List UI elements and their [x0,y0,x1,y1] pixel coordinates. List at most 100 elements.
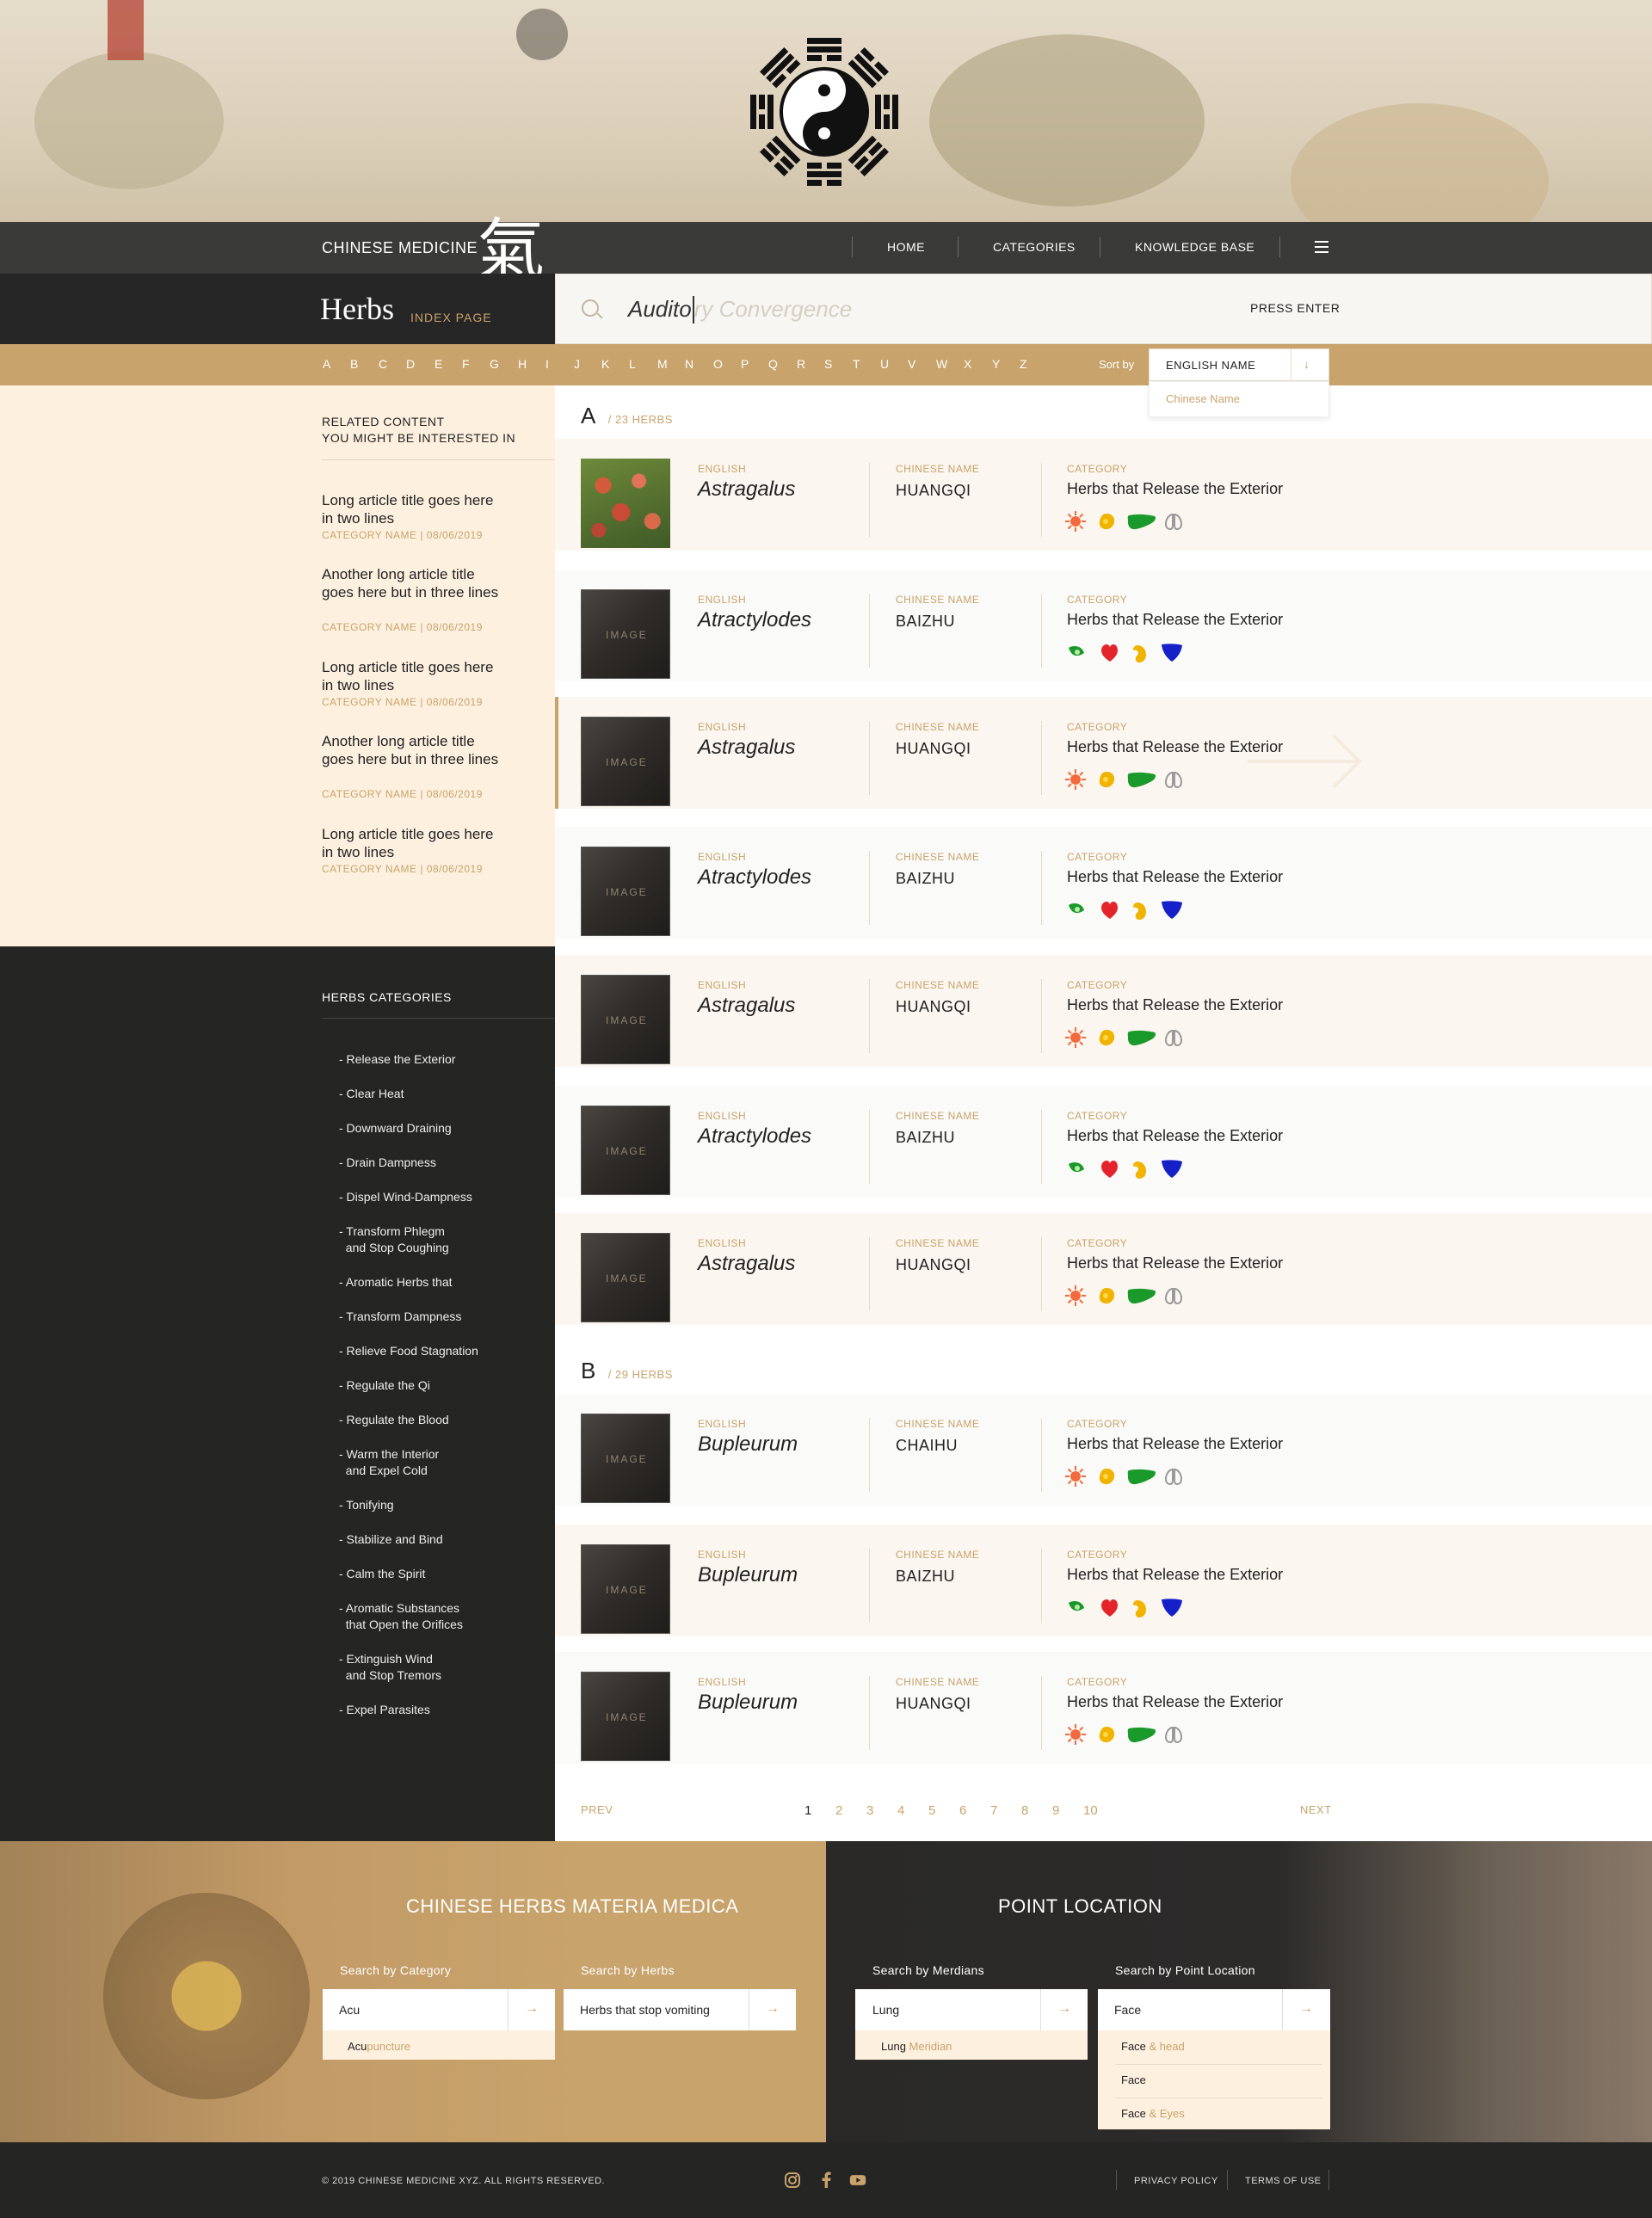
article-title[interactable]: Another long article title goes here but… [322,732,502,768]
category-item[interactable]: - Warm the Interior and Expel Cold [339,1446,439,1479]
instagram-icon[interactable] [784,2172,801,2189]
page-9[interactable]: 9 [1052,1803,1059,1818]
nav-knowledge-base[interactable]: KNOWLEDGE BASE [1135,240,1254,254]
letter-e[interactable]: E [435,357,443,371]
category-item[interactable]: - Stabilize and Bind [339,1531,443,1548]
herb-category[interactable]: Herbs that Release the Exterior [1067,1127,1283,1145]
yin-yang-bagua-logo[interactable] [747,34,902,189]
letter-o[interactable]: O [713,357,723,371]
page-2[interactable]: 2 [835,1803,842,1818]
category-item[interactable]: - Regulate the Blood [339,1412,449,1428]
english-name[interactable]: Bupleurum [698,1563,798,1587]
page-6[interactable]: 6 [959,1803,966,1818]
herb-category[interactable]: Herbs that Release the Exterior [1067,1435,1283,1453]
letter-f[interactable]: F [462,357,470,371]
sort-option-chinese-name[interactable]: Chinese Name [1166,392,1240,405]
letter-m[interactable]: M [657,357,668,371]
nav-home[interactable]: HOME [887,240,925,254]
herb-category[interactable]: Herbs that Release the Exterior [1067,1566,1283,1584]
letter-t[interactable]: T [853,357,860,371]
english-name[interactable]: Bupleurum [698,1432,798,1457]
letter-x[interactable]: X [964,357,972,371]
article-title[interactable]: Long article title goes here in two line… [322,658,502,694]
arrow-right-icon[interactable]: → [1057,2001,1071,2017]
letter-q[interactable]: Q [768,357,778,371]
menu-hamburger-icon[interactable] [1315,241,1328,253]
privacy-policy-link[interactable]: PRIVACY POLICY [1134,2176,1218,2186]
category-item[interactable]: - Tonifying [339,1497,394,1513]
arrow-right-icon[interactable]: → [766,2001,780,2017]
english-name[interactable]: Astragalus [698,736,795,760]
category-item[interactable]: - Calm the Spirit [339,1566,425,1582]
facebook-icon[interactable] [818,2172,835,2189]
letter-v[interactable]: V [908,357,916,371]
letter-b[interactable]: B [350,357,359,371]
category-item[interactable]: - Release the Exterior [339,1051,455,1068]
article-title[interactable]: Another long article title goes here but… [322,565,502,601]
page-5[interactable]: 5 [928,1803,935,1818]
nav-categories[interactable]: CATEGORIES [993,240,1076,254]
point-location-suggestion[interactable]: Face & Eyes [1121,2107,1185,2120]
terms-of-use-link[interactable]: TERMS OF USE [1245,2176,1322,2186]
herb-category[interactable]: Herbs that Release the Exterior [1067,996,1283,1014]
english-name[interactable]: Atractylodes [698,608,811,632]
letter-u[interactable]: U [880,357,890,371]
category-item[interactable]: - Transform Dampness [339,1309,461,1325]
herb-category[interactable]: Herbs that Release the Exterior [1067,1693,1283,1711]
category-item[interactable]: - Aromatic Substances that Open the Orif… [339,1600,463,1633]
brand-name[interactable]: CHINESE MEDICINE [322,239,478,257]
letter-l[interactable]: L [629,357,636,371]
category-item[interactable]: - Aromatic Herbs that [339,1274,453,1291]
article-title[interactable]: Long article title goes here in two line… [322,825,502,861]
letter-k[interactable]: K [601,357,610,371]
english-name[interactable]: Bupleurum [698,1691,798,1715]
category-item[interactable]: - Drain Dampness [339,1155,436,1171]
letter-j[interactable]: J [574,357,581,371]
arrow-right-icon[interactable]: → [525,2001,539,2017]
letter-g[interactable]: G [490,357,499,371]
pagination-prev[interactable]: PREV [581,1803,613,1816]
english-name[interactable]: Astragalus [698,1252,795,1276]
english-name[interactable]: Astragalus [698,477,795,502]
page-1[interactable]: 1 [804,1803,811,1818]
youtube-icon[interactable] [849,2172,866,2189]
arrow-down-icon[interactable]: ↓ [1304,357,1310,371]
category-item[interactable]: - Clear Heat [339,1086,404,1102]
category-item[interactable]: - Expel Parasites [339,1702,430,1718]
letter-a[interactable]: A [323,357,331,371]
herb-category[interactable]: Herbs that Release the Exterior [1067,1254,1283,1272]
arrow-right-icon[interactable]: → [1299,2001,1313,2017]
herb-category[interactable]: Herbs that Release the Exterior [1067,868,1283,886]
point-location-suggestion[interactable]: Face & head [1121,2040,1185,2053]
herb-category[interactable]: Herbs that Release the Exterior [1067,611,1283,629]
herb-category[interactable]: Herbs that Release the Exterior [1067,738,1283,756]
category-item[interactable]: - Extinguish Wind and Stop Tremors [339,1651,441,1684]
letter-n[interactable]: N [685,357,694,371]
letter-s[interactable]: S [824,357,833,371]
page-10[interactable]: 10 [1083,1803,1098,1818]
letter-i[interactable]: I [546,357,549,371]
letter-c[interactable]: C [379,357,388,371]
letter-y[interactable]: Y [992,357,1001,371]
letter-d[interactable]: D [406,357,416,371]
letter-p[interactable]: P [741,357,749,371]
page-4[interactable]: 4 [897,1803,904,1818]
english-name[interactable]: Atractylodes [698,866,811,890]
point-location-suggestion[interactable]: Face [1121,2073,1146,2086]
category-item[interactable]: - Transform Phlegm and Stop Coughing [339,1223,449,1256]
letter-z[interactable]: Z [1020,357,1027,371]
english-name[interactable]: Astragalus [698,994,795,1018]
letter-r[interactable]: R [797,357,806,371]
page-7[interactable]: 7 [990,1803,997,1818]
herb-category[interactable]: Herbs that Release the Exterior [1067,480,1283,498]
english-name[interactable]: Atractylodes [698,1124,811,1149]
page-8[interactable]: 8 [1021,1803,1028,1818]
pagination-next[interactable]: NEXT [1300,1803,1332,1816]
category-item[interactable]: - Dispel Wind-Dampness [339,1189,472,1205]
category-item[interactable]: - Regulate the Qi [339,1377,430,1394]
herb-image[interactable] [581,459,670,548]
letter-h[interactable]: H [518,357,527,371]
category-item[interactable]: - Downward Draining [339,1120,452,1137]
category-item[interactable]: - Relieve Food Stagnation [339,1343,478,1359]
article-title[interactable]: Long article title goes here in two line… [322,491,502,527]
